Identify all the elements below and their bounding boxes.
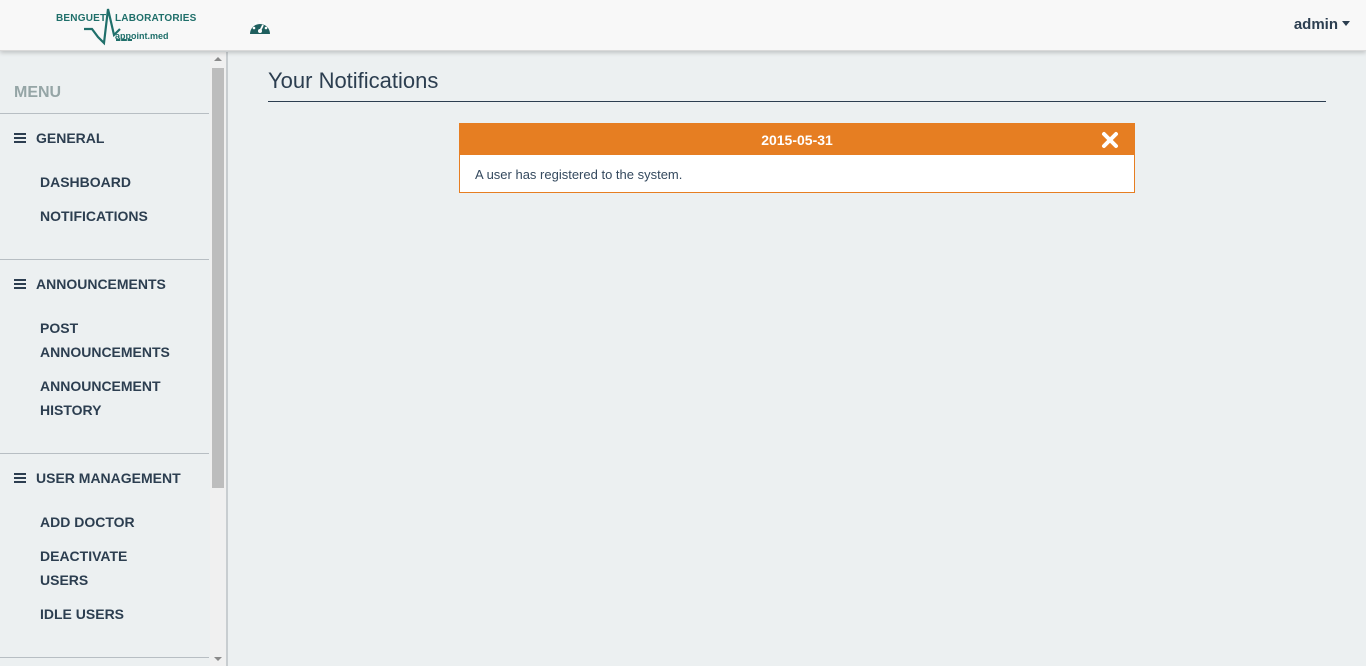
sidebar-menu: MENU GENERAL DASHBOARD NOTIFICATIONS ANN… <box>0 52 210 666</box>
sidebar-item-idle-users[interactable]: IDLE USERS <box>40 602 190 626</box>
sidebar: MENU GENERAL DASHBOARD NOTIFICATIONS ANN… <box>0 52 228 666</box>
page-title: Your Notifications <box>268 68 439 93</box>
bars-icon <box>14 279 26 289</box>
sidebar-item-dashboard[interactable]: DASHBOARD <box>40 170 190 194</box>
notification-message: A user has registered to the system. <box>475 167 683 182</box>
pulse-logo-icon <box>84 8 132 46</box>
section-user-management[interactable]: USER MANAGEMENT <box>14 470 181 486</box>
section-announcements[interactable]: ANNOUNCEMENTS <box>14 276 166 292</box>
title-divider <box>268 101 1326 102</box>
dashboard-gauge-icon[interactable] <box>248 15 272 37</box>
sidebar-item-add-doctor[interactable]: ADD DOCTOR <box>40 510 190 534</box>
menu-title: MENU <box>14 84 62 101</box>
brand-subtitle: appoint.med <box>115 31 169 41</box>
section-general[interactable]: GENERAL <box>14 130 104 146</box>
divider <box>0 113 209 114</box>
scrollbar-thumb[interactable] <box>212 68 224 488</box>
notification-date: 2015-05-31 <box>761 132 833 148</box>
section-label: GENERAL <box>36 130 105 146</box>
sidebar-item-post-announcements[interactable]: POST ANNOUNCEMENTS <box>40 316 180 364</box>
sidebar-item-deactivate-users[interactable]: DEACTIVATE USERS <box>40 544 140 592</box>
sidebar-item-announcement-history[interactable]: ANNOUNCEMENT HISTORY <box>40 374 180 422</box>
divider <box>0 259 209 260</box>
scroll-up-arrow-icon[interactable] <box>214 57 222 61</box>
sidebar-scrollbar[interactable] <box>210 52 226 666</box>
brand-name-right: LABORATORIES <box>115 13 197 24</box>
divider <box>0 657 209 658</box>
user-name: admin <box>1293 16 1338 33</box>
scroll-down-arrow-icon[interactable] <box>214 657 222 661</box>
brand-logo[interactable]: BENGUET LABORATORIES appoint.med <box>56 5 196 47</box>
bars-icon <box>14 133 26 143</box>
user-dropdown[interactable]: admin <box>1294 16 1350 33</box>
notification-card: 2015-05-31 A user has registered to the … <box>459 123 1135 193</box>
caret-down-icon <box>1342 21 1350 26</box>
close-x-icon[interactable] <box>1101 131 1119 149</box>
notification-header: 2015-05-31 <box>460 124 1134 155</box>
sidebar-item-notifications[interactable]: NOTIFICATIONS <box>40 204 190 228</box>
bars-icon <box>14 473 26 483</box>
section-label: ANNOUNCEMENTS <box>36 276 166 292</box>
top-navbar: BENGUET LABORATORIES appoint.med admin <box>0 0 1366 51</box>
divider <box>0 453 209 454</box>
section-label: USER MANAGEMENT <box>36 470 181 486</box>
